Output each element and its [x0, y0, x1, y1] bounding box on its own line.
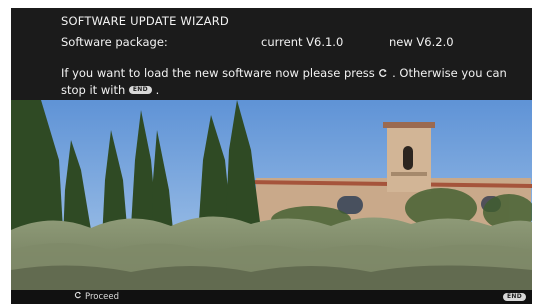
- footer-bar: Proceed END: [11, 290, 532, 304]
- current-version: current V6.1.0: [261, 35, 344, 49]
- message-text-1: If you want to load the new software now…: [61, 66, 375, 80]
- wizard-panel: SOFTWARE UPDATE WIZARD Software package:…: [11, 8, 532, 100]
- message-text-3: .: [155, 82, 160, 97]
- end-key-icon: END: [502, 293, 526, 301]
- confirm-icon: [74, 291, 82, 302]
- confirm-icon: [378, 66, 388, 82]
- proceed-label: Proceed: [85, 291, 120, 302]
- package-label: Software package:: [61, 35, 168, 49]
- wizard-title: SOFTWARE UPDATE WIZARD: [61, 14, 229, 28]
- new-version: new V6.2.0: [389, 35, 454, 49]
- wizard-message: If you want to load the new software now…: [61, 65, 531, 98]
- proceed-hint: Proceed: [74, 291, 119, 302]
- background-photo: [11, 100, 532, 290]
- tv-screen: SOFTWARE UPDATE WIZARD Software package:…: [11, 8, 532, 304]
- end-key-icon: END: [128, 86, 152, 94]
